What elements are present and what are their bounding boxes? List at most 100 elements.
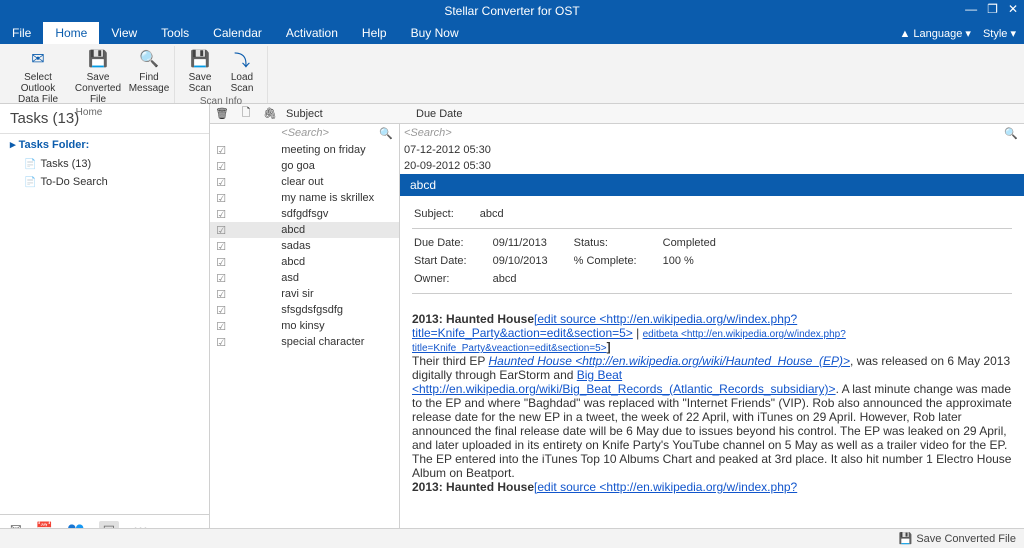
row-subject: abcd <box>277 224 399 236</box>
due-date-cell: 20-09-2012 05:30 <box>400 158 1024 174</box>
save-converted-file-button[interactable]: 💾 Save Converted File <box>70 46 126 107</box>
row-subject: asd <box>277 272 399 284</box>
find-message-button[interactable]: 🔍 Find Message <box>130 46 168 107</box>
task-row[interactable]: ☑ mo kinsy <box>210 318 399 334</box>
task-row[interactable]: ☑ clear out <box>210 174 399 190</box>
task-row[interactable]: ☑sdfgdfsgv <box>210 206 399 222</box>
row-icon: ☑ <box>210 192 232 205</box>
pct-complete-value: 100 % <box>663 253 740 269</box>
edit-source-link-2[interactable]: [edit source <http://en.wikipedia.org/w/… <box>534 480 797 494</box>
menu-activation[interactable]: Activation <box>274 22 350 44</box>
row-icon: ☑ <box>210 256 232 269</box>
folder-icon: 📄 <box>24 159 36 170</box>
row-icon: ☑ <box>210 144 232 157</box>
row-subject: abcd <box>277 256 399 268</box>
ribbon-group-scan-info: 💾 Save Scan ⤵ Load Scan Scan Info <box>175 46 268 103</box>
task-row[interactable]: ☑ asd <box>210 270 399 286</box>
save-scan-icon: 💾 <box>189 48 211 70</box>
body-heading: 2013: Haunted House <box>412 312 534 326</box>
row-icon: ☑ <box>210 240 232 253</box>
preview-body: 2013: Haunted House[edit source <http://… <box>400 306 1024 500</box>
menu-home[interactable]: Home <box>43 22 99 44</box>
task-row[interactable]: ☑ abcd <box>210 222 399 238</box>
due-date-label: Due Date: <box>414 235 491 251</box>
haunted-house-link[interactable]: Haunted House <http://en.wikipedia.org/w… <box>488 354 850 368</box>
folder-todo-search[interactable]: 📄 To-Do Search <box>0 173 209 191</box>
col-doc-icon[interactable]: 🗋 <box>234 104 258 123</box>
grid-header: 🗑 🗋 🖇 Subject Due Date <box>210 104 1024 124</box>
folder-tasks[interactable]: 📄 Tasks (13) <box>0 155 209 173</box>
task-row[interactable]: ☑ sadas <box>210 238 399 254</box>
task-row[interactable]: ☑ special character <box>210 334 399 350</box>
status-save-converted-file[interactable]: Save Converted File <box>916 533 1016 545</box>
col-attach-icon[interactable]: 🖇 <box>258 107 282 120</box>
menu-buy-now[interactable]: Buy Now <box>399 22 471 44</box>
body-heading-2: 2013: Haunted House <box>412 480 534 494</box>
save-scan-label: Save Scan <box>181 72 219 94</box>
task-row[interactable]: ☑ ravi sir <box>210 286 399 302</box>
row-subject: my name is skrillex <box>277 192 399 204</box>
due-date-search-input[interactable]: <Search> <box>404 127 452 139</box>
menu-file[interactable]: File <box>0 22 43 44</box>
close-button[interactable]: ✕ <box>1008 2 1018 16</box>
row-subject: mo kinsy <box>277 320 399 332</box>
menu-tools[interactable]: Tools <box>149 22 201 44</box>
owner-value: abcd <box>493 271 572 287</box>
row-icon: ☑ <box>210 160 232 173</box>
row-subject: sfsgdsfgsdfg <box>277 304 399 316</box>
search-icon[interactable]: 🔍 <box>379 127 393 140</box>
status-value: Completed <box>663 235 740 251</box>
menu-help[interactable]: Help <box>350 22 399 44</box>
menu-calendar[interactable]: Calendar <box>201 22 274 44</box>
maximize-button[interactable]: ❐ <box>987 2 998 16</box>
preview-meta: Subject: abcd Due Date: 09/11/2013 Statu… <box>400 196 1024 306</box>
row-subject: sdfgdfsgv <box>277 208 399 220</box>
menu-view[interactable]: View <box>99 22 149 44</box>
load-scan-button[interactable]: ⤵ Load Scan <box>223 46 261 96</box>
row-subject: special character <box>277 336 399 348</box>
window-title: Stellar Converter for OST <box>444 4 579 18</box>
find-message-label: Find Message <box>129 72 170 94</box>
save-converted-file-label: Save Converted File <box>70 72 126 105</box>
preview-pane: <Search> 🔍 07-12-2012 05:30 20-09-2012 0… <box>400 124 1024 548</box>
search-icon[interactable]: 🔍 <box>1004 127 1018 140</box>
start-date-value: 09/10/2013 <box>493 253 572 269</box>
task-row[interactable]: ☑go goa <box>210 158 399 174</box>
ribbon-group-home: ✉ Select Outlook Data File 💾 Save Conver… <box>4 46 175 103</box>
row-icon: ☑ <box>210 320 232 333</box>
due-date-value: 09/11/2013 <box>493 235 572 251</box>
folder-icon: 📄 <box>24 177 36 188</box>
row-icon: ☑ <box>210 176 232 189</box>
row-subject: sadas <box>277 240 399 252</box>
ribbon: ✉ Select Outlook Data File 💾 Save Conver… <box>0 44 1024 104</box>
search-icon: 🔍 <box>138 48 160 70</box>
envelope-icon: ✉ <box>27 48 49 70</box>
tasks-header: Tasks (13) <box>0 104 209 134</box>
row-subject: meeting on friday <box>277 144 399 156</box>
minimize-button[interactable]: — <box>965 2 977 16</box>
row-icon: ☑ <box>210 224 232 237</box>
main-content-pane: 🗑 🗋 🖇 Subject Due Date <Search> 🔍 ☑ meeti… <box>210 104 1024 548</box>
row-subject: ravi sir <box>277 288 399 300</box>
col-due-date-header[interactable]: Due Date <box>412 108 1024 120</box>
task-row[interactable]: ☑ my name is skrillex <box>210 190 399 206</box>
col-delete-icon[interactable]: 🗑 <box>210 107 234 120</box>
due-date-cell: 07-12-2012 05:30 <box>400 142 1024 158</box>
col-subject-header[interactable]: Subject <box>282 108 412 120</box>
style-dropdown[interactable]: Style ▾ <box>983 27 1016 40</box>
save-icon: 💾 <box>87 48 109 70</box>
task-row[interactable]: ☑ meeting on friday <box>210 142 399 158</box>
task-row[interactable]: ☑sfsgdsfgsdfg <box>210 302 399 318</box>
subject-search-input[interactable]: <Search> <box>281 127 329 139</box>
row-subject: clear out <box>277 176 399 188</box>
row-icon: ☑ <box>210 336 232 349</box>
row-icon: ☑ <box>210 288 232 301</box>
select-data-file-button[interactable]: ✉ Select Outlook Data File <box>10 46 66 107</box>
task-row[interactable]: ☑ abcd <box>210 254 399 270</box>
language-dropdown[interactable]: ▲ Language ▾ <box>899 27 970 40</box>
save-scan-button[interactable]: 💾 Save Scan <box>181 46 219 96</box>
status-bar: 💾 Save Converted File <box>0 528 1024 548</box>
folder-tasks-label: Tasks (13) <box>40 158 91 170</box>
owner-label: Owner: <box>414 271 491 287</box>
row-icon: ☑ <box>210 272 232 285</box>
